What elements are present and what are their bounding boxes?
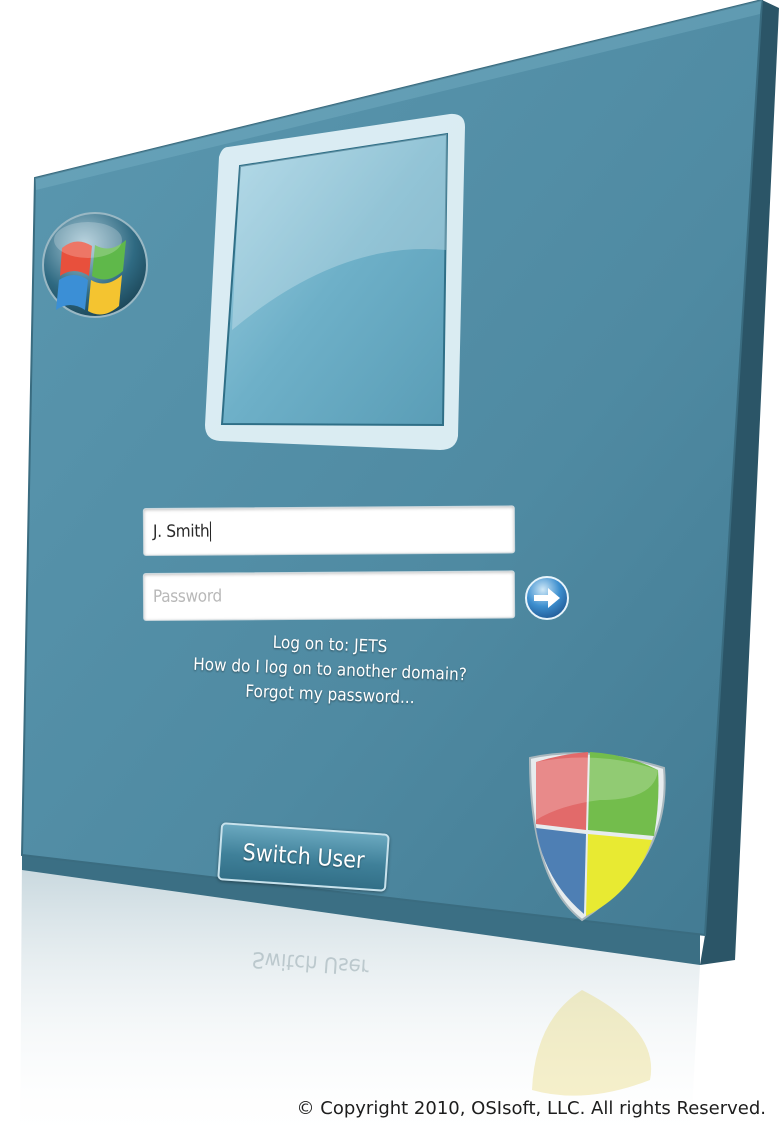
user-picture-frame — [205, 113, 465, 450]
password-field[interactable]: Password — [142, 570, 516, 621]
username-field[interactable]: J. Smith — [142, 505, 516, 556]
windows-logo-icon — [42, 212, 148, 318]
password-placeholder: Password — [152, 586, 223, 607]
go-arrow-button[interactable] — [524, 575, 570, 621]
switch-user-button[interactable]: Switch User — [217, 822, 390, 892]
text-caret — [210, 521, 212, 542]
username-value: J. Smith — [152, 521, 210, 542]
copyright-notice: © Copyright 2010, OSIsoft, LLC. All righ… — [296, 1098, 766, 1119]
logon-screen: J. Smith Password Log on to: JETS How do… — [0, 0, 779, 1146]
